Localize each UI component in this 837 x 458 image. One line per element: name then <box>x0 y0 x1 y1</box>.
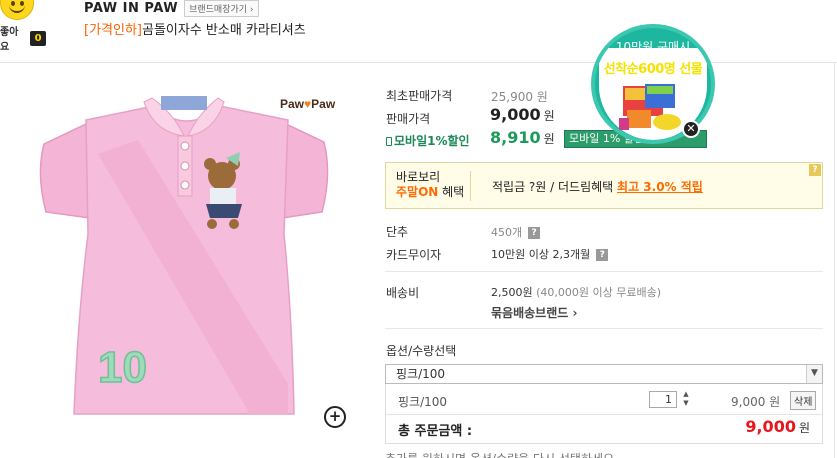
promo-line1: 10만원 구매시 <box>615 40 691 54</box>
like-row: 좋아요 0 <box>0 27 46 53</box>
brand-shop-button[interactable]: 브랜드매장가기 › <box>184 0 259 17</box>
stock-value: 450개? <box>491 224 541 240</box>
brand-row: PAW IN PAW 브랜드매장가기 › <box>84 0 259 17</box>
header-divider <box>0 62 837 63</box>
product-image: Paw♥Paw 10 <box>39 96 336 415</box>
like-count: 0 <box>30 30 46 46</box>
down-arrow-icon: ▼ <box>683 399 689 407</box>
option-section-label: 옵션/수량선택 <box>386 344 457 358</box>
smiley-icon <box>0 0 34 20</box>
card-label: 카드무이자 <box>386 248 442 262</box>
option-select[interactable]: 핑크/100 ▼ <box>385 364 823 384</box>
benefit-line1: 바로보리 <box>396 170 441 184</box>
option-item-name: 핑크/100 <box>398 395 448 409</box>
quantity-stepper[interactable]: ▲ ▼ <box>681 390 691 408</box>
points-link[interactable]: 최고 3.0% 적립 <box>617 180 703 194</box>
like-label: 좋아요 <box>0 27 19 53</box>
up-arrow-icon: ▲ <box>683 390 689 398</box>
title-text: 곰돌이자수 반소매 카라티셔츠 <box>141 23 306 38</box>
points-text: 적립금 ?원 / 더드림혜택 <box>492 180 618 194</box>
info-divider <box>385 328 823 329</box>
option-item-price: 9,000 원 <box>731 395 781 409</box>
bundle-shipping-link[interactable]: 묶음배송브랜드 › <box>491 304 577 321</box>
selected-option-panel: 핑크/100 1 ▲ ▼ 9,000 원 삭제 총 주문금액 : 9,000 원 <box>385 384 823 444</box>
title-tag: [가격인하] <box>84 23 142 38</box>
product-title: [가격인하]곰돌이자수 반소매 카라티셔츠 <box>84 19 306 38</box>
benefit-box: 바로보리 주말ON 혜택 적립금 ?원 / 더드림혜택 최고 3.0% 적립 ? <box>385 162 823 209</box>
benefit-divider <box>470 171 471 201</box>
shipping-value: 2,500원 (40,000원 이상 무료배송) <box>491 286 662 299</box>
benefit-points: 적립금 ?원 / 더드림혜택 최고 3.0% 적립 <box>492 178 703 195</box>
chevron-down-icon[interactable]: ▼ <box>806 365 822 383</box>
benefit-title: 바로보리 주말ON 혜택 <box>396 170 464 200</box>
total-divider <box>386 414 822 415</box>
like-badge[interactable]: 좋아요 0 <box>0 0 46 53</box>
option-selected-value: 핑크/100 <box>396 367 446 381</box>
benefit-help-icon[interactable]: ? <box>809 164 821 176</box>
quantity-input[interactable]: 1 <box>649 391 677 408</box>
stock-label: 단추 <box>386 225 409 239</box>
card-help-icon[interactable]: ? <box>596 249 609 261</box>
promo-line2: 선착순600명 선물 <box>603 62 703 77</box>
sale-price-label: 판매가격 <box>386 112 431 126</box>
stock-help-icon[interactable]: ? <box>528 227 541 239</box>
original-price-label: 최초판매가격 <box>386 89 453 103</box>
brand-name[interactable]: PAW IN PAW <box>84 1 178 16</box>
card-value: 10만원 이상 2,3개월? <box>491 246 609 262</box>
mobile-discount-label: 모바일1%할인 <box>386 132 470 149</box>
won-unit: 원 <box>543 109 555 123</box>
shipping-label: 배송비 <box>386 286 420 300</box>
sale-price-value: 9,000 <box>490 105 541 124</box>
brand-logo: Paw♥Paw <box>280 97 336 111</box>
mobile-price: 8,910 원 <box>490 128 555 147</box>
mobile-phone-icon <box>386 137 392 146</box>
close-icon[interactable]: ✕ <box>682 120 700 138</box>
gift-box-icon <box>619 84 681 130</box>
sale-price: 9,000 원 <box>490 105 555 124</box>
info-divider <box>385 271 823 272</box>
number-patch: 10 <box>98 343 147 392</box>
option-notice: 추가를 원하시면 옵션/수량을 다시 선택하세요 <box>385 450 614 458</box>
won-unit: 원 <box>543 132 555 146</box>
right-border <box>834 62 835 458</box>
mobile-price-value: 8,910 <box>490 128 541 147</box>
original-price-value: 25,900 원 <box>491 90 548 104</box>
benefit-line2: 주말ON 혜택 <box>396 185 465 199</box>
total-price: 9,000 원 <box>745 417 810 436</box>
delete-button[interactable]: 삭제 <box>790 391 817 410</box>
zoom-in-icon[interactable]: + <box>324 406 346 428</box>
total-label: 총 주문금액 : <box>398 424 473 439</box>
